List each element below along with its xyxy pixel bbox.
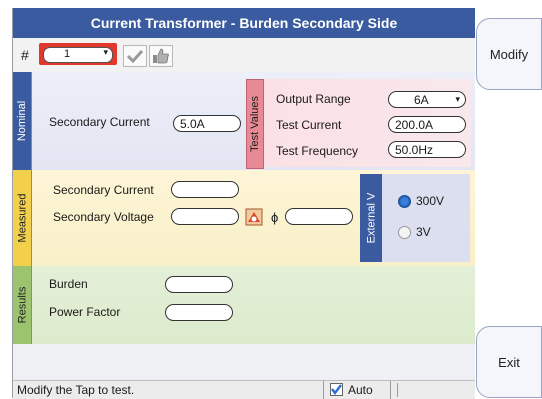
measured-panel: Measured Secondary Current Secondary Vol… bbox=[13, 170, 475, 266]
status-message: Modify the Tap to test. bbox=[17, 383, 135, 397]
external-v-tab: External V bbox=[360, 174, 382, 262]
auto-toggle[interactable]: Auto bbox=[323, 381, 391, 399]
test-values-tab-label: Test Values bbox=[249, 95, 261, 153]
chevron-down-icon: ▾ bbox=[103, 47, 108, 57]
tap-value: 1 bbox=[64, 48, 71, 60]
results-panel: Results Burden Power Factor bbox=[13, 266, 475, 344]
nominal-tab: Nominal bbox=[13, 72, 32, 170]
measured-tab: Measured bbox=[13, 170, 32, 266]
status-bar: Modify the Tap to test. Auto bbox=[13, 380, 475, 399]
radio-3v[interactable] bbox=[398, 226, 411, 239]
thumbs-up-icon bbox=[153, 48, 169, 64]
status-separator bbox=[397, 383, 398, 397]
output-range-value: 6A bbox=[414, 93, 429, 107]
test-current-field[interactable]: 200.0A bbox=[388, 116, 466, 133]
radio-3v-label: 3V bbox=[416, 225, 431, 239]
output-range-label: Output Range bbox=[276, 92, 351, 106]
tap-selector[interactable]: 1 ▾ bbox=[39, 43, 117, 65]
auto-label: Auto bbox=[348, 383, 373, 397]
warning-icon[interactable] bbox=[245, 208, 263, 226]
phase-angle-field[interactable] bbox=[285, 208, 353, 225]
thumbs-up-button[interactable] bbox=[149, 45, 173, 67]
results-tab-label: Results bbox=[16, 286, 28, 324]
burden-field[interactable] bbox=[165, 276, 233, 293]
modify-button[interactable]: Modify bbox=[476, 18, 542, 90]
test-values-tab: Test Values bbox=[246, 79, 264, 169]
checkmark-icon bbox=[331, 384, 342, 395]
app-root: Current Transformer - Burden Secondary S… bbox=[0, 0, 542, 399]
measured-secondary-current-field[interactable] bbox=[171, 181, 239, 198]
test-current-label: Test Current bbox=[276, 118, 342, 132]
external-v-tab-label: External V bbox=[365, 192, 377, 244]
exit-button[interactable]: Exit bbox=[476, 326, 542, 398]
empty-area bbox=[13, 344, 475, 380]
nominal-tab-label: Nominal bbox=[16, 100, 29, 142]
test-values-group: Test Values Output Range 6A ▾ Test Curre… bbox=[246, 79, 471, 169]
measured-secondary-voltage-field[interactable] bbox=[171, 208, 239, 225]
radio-300v-label: 300V bbox=[416, 194, 445, 208]
window-title: Current Transformer - Burden Secondary S… bbox=[13, 8, 475, 38]
check-button[interactable] bbox=[123, 45, 147, 67]
check-icon bbox=[127, 49, 143, 63]
measured-secondary-voltage-label: Secondary Voltage bbox=[53, 210, 154, 224]
test-frequency-field[interactable]: 50.0Hz bbox=[388, 141, 466, 158]
toolbar: # 1 ▾ bbox=[13, 38, 475, 73]
external-v-group: External V 300V 3V bbox=[360, 174, 470, 262]
tap-select[interactable]: 1 ▾ bbox=[43, 47, 113, 63]
results-tab: Results bbox=[13, 266, 32, 344]
main-window: Current Transformer - Burden Secondary S… bbox=[12, 8, 475, 399]
measured-tab-label: Measured bbox=[16, 193, 29, 243]
chevron-down-icon: ▾ bbox=[455, 94, 460, 104]
nominal-secondary-current-label: Secondary Current bbox=[49, 115, 150, 129]
nominal-panel: Nominal Secondary Current 5.0A Test Valu… bbox=[13, 72, 475, 170]
power-factor-field[interactable] bbox=[165, 304, 233, 321]
phi-symbol: ϕ bbox=[271, 210, 279, 225]
burden-label: Burden bbox=[49, 277, 88, 291]
measured-secondary-current-label: Secondary Current bbox=[53, 183, 154, 197]
test-frequency-label: Test Frequency bbox=[276, 144, 359, 158]
auto-checkbox[interactable] bbox=[330, 383, 343, 396]
output-range-select[interactable]: 6A ▾ bbox=[388, 91, 466, 108]
nominal-secondary-current-field[interactable]: 5.0A bbox=[173, 115, 241, 132]
power-factor-label: Power Factor bbox=[49, 305, 121, 319]
tap-hash-label: # bbox=[21, 47, 29, 63]
radio-300v[interactable] bbox=[398, 195, 411, 208]
